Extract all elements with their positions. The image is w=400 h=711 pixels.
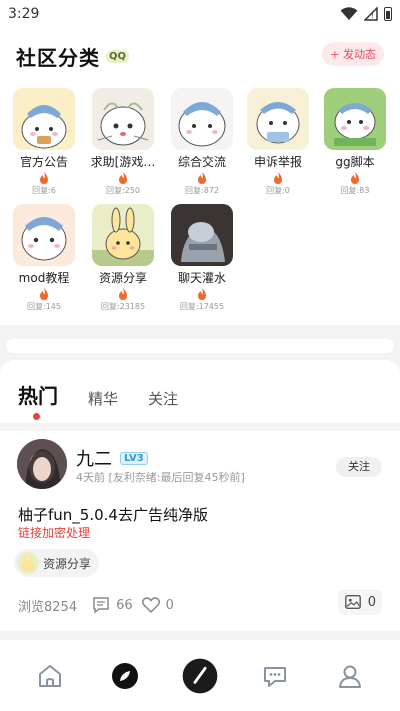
nav-compose[interactable] [180, 656, 220, 696]
category-replies: 回复:6 [32, 186, 56, 195]
post-meta: 4天前 [友利奈绪:最后回复45秒前] [76, 471, 245, 484]
nav-discover[interactable] [105, 656, 145, 696]
flame-icon [40, 172, 48, 184]
category-thumbnail [92, 204, 154, 266]
tab-featured[interactable]: 精华 [88, 388, 118, 409]
category-thumbnail [171, 88, 233, 150]
like-count: 0 [165, 597, 174, 613]
signal-icon: ! [364, 7, 378, 21]
comment-count: 66 [116, 597, 133, 613]
compass-icon [111, 662, 138, 689]
section-title: 社区分类 [16, 46, 100, 70]
category-replies: 回复:145 [27, 302, 61, 311]
category-name: 申诉举报 [253, 155, 302, 169]
category-thumbnail [92, 88, 154, 150]
post-button[interactable]: + 发动态 [322, 42, 384, 66]
battery-icon [384, 7, 392, 21]
category-replies: 回复:83 [340, 186, 370, 195]
tag-thumbnail [17, 552, 39, 574]
user-icon [339, 665, 362, 688]
post-category-tag[interactable]: 资源分享 [14, 549, 100, 577]
nav-messages[interactable] [255, 656, 295, 696]
qq-badge: QQ [106, 50, 130, 63]
post-stats: 浏览8254 66 0 [18, 595, 182, 615]
category-name: 聊天灌水 [177, 271, 226, 285]
comment-button[interactable]: 66 [91, 595, 133, 615]
category-gg-scripts[interactable]: gg脚本 回复:83 [322, 88, 388, 196]
category-report[interactable]: 申诉举报 回复:0 [245, 88, 311, 196]
home-icon [38, 664, 61, 687]
flame-icon [119, 288, 127, 300]
category-name: 综合交流 [177, 155, 226, 169]
tab-following[interactable]: 关注 [148, 388, 178, 409]
flame-icon [351, 172, 359, 184]
tab-hot[interactable]: 热门 [18, 380, 58, 409]
app-screen: 3:29 ! 社区分类 QQ + 发动态 官方公告 回复:6 求助[游戏… 回复… [0, 0, 400, 711]
divider [0, 423, 400, 431]
username: 九二 [76, 449, 112, 470]
category-name: gg脚本 [335, 155, 375, 169]
category-general[interactable]: 综合交流 回复:872 [169, 88, 235, 196]
nav-profile[interactable] [330, 656, 370, 696]
image-count-button[interactable]: 0 [337, 589, 382, 615]
category-replies: 回复:872 [185, 186, 219, 195]
tag-label: 资源分享 [43, 556, 92, 571]
category-thumbnail [324, 88, 386, 150]
category-chat[interactable]: 聊天灌水 回复:17455 [169, 204, 235, 312]
category-name: 资源分享 [98, 271, 147, 285]
image-count: 0 [367, 594, 376, 610]
flame-icon [198, 172, 206, 184]
like-button[interactable]: 0 [141, 595, 174, 615]
flame-icon [198, 288, 206, 300]
bottom-nav [0, 640, 400, 711]
category-name: 官方公告 [19, 155, 68, 169]
view-count: 浏览8254 [18, 599, 78, 615]
category-help[interactable]: 求助[游戏… 回复:250 [90, 88, 156, 196]
nav-home[interactable] [30, 656, 70, 696]
image-icon [344, 595, 361, 609]
pen-icon [182, 658, 218, 693]
feed-tabs: 热门 精华 关注 [18, 380, 178, 409]
avatar[interactable] [17, 439, 67, 489]
category-replies: 回复:17455 [179, 302, 225, 311]
status-bar: 3:29 ! [0, 0, 400, 28]
chat-icon [264, 666, 287, 687]
scroll-indicator [6, 339, 394, 353]
flame-icon [119, 172, 127, 184]
category-thumbnail [13, 204, 75, 266]
comment-icon [93, 597, 109, 614]
follow-button[interactable]: 关注 [336, 457, 382, 477]
community-categories: 社区分类 QQ + 发动态 官方公告 回复:6 求助[游戏… 回复:250 综合… [0, 28, 400, 325]
category-replies: 回复:0 [266, 186, 290, 195]
wifi-icon [340, 7, 358, 20]
svg-text:!: ! [371, 12, 374, 20]
post-title[interactable]: 柚子fun_5.0.4去广告纯净版 [18, 504, 208, 525]
category-thumbnail [171, 204, 233, 266]
category-thumbnail [247, 88, 309, 150]
category-replies: 回复:250 [106, 186, 140, 195]
category-announcements[interactable]: 官方公告 回复:6 [11, 88, 77, 196]
category-resources[interactable]: 资源分享 回复:23185 [90, 204, 156, 312]
category-mod-tutorials[interactable]: mod教程 回复:145 [11, 204, 77, 312]
level-badge: LV3 [120, 451, 148, 465]
flame-icon [40, 288, 48, 300]
status-time: 3:29 [8, 6, 40, 22]
post-subtitle: 链接加密处理 [18, 526, 91, 540]
heart-icon [141, 597, 160, 614]
category-name: mod教程 [18, 271, 70, 285]
flame-icon [274, 172, 282, 184]
active-tab-indicator [33, 413, 40, 420]
category-thumbnail [13, 88, 75, 150]
category-name: 求助[游戏… [90, 155, 156, 169]
post-card[interactable]: 九二 LV3 4天前 [友利奈绪:最后回复45秒前] 关注 柚子fun_5.0.… [0, 431, 400, 631]
post-author[interactable]: 九二 LV3 [76, 445, 148, 471]
category-replies: 回复:23185 [100, 302, 146, 311]
